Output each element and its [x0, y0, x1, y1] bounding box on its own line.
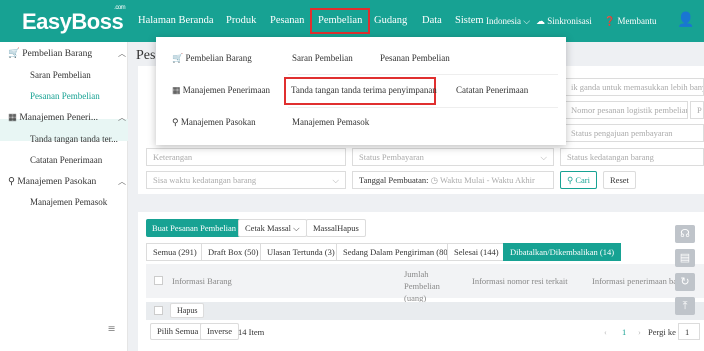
- box-icon: ▦: [172, 85, 181, 95]
- cloud-icon: ☁: [536, 16, 545, 26]
- goto-page-input[interactable]: 1: [678, 323, 700, 340]
- search-icon: ⚲: [567, 175, 574, 185]
- menu-category-receiving: ▦ Manajemen Penerimaan: [172, 85, 270, 95]
- arrival-time-select[interactable]: Sisa waktu kedatangan barang ⌵: [146, 171, 346, 189]
- nav-purchasing[interactable]: Pembelian: [310, 8, 371, 34]
- menu-link-suppliers[interactable]: Manajemen Pemasok: [292, 117, 369, 127]
- tab-pending-review[interactable]: Ulasan Tertunda (3): [260, 243, 342, 261]
- sidebar-item-purchase-order[interactable]: Pesanan Pembelian: [30, 91, 100, 101]
- inverse-button[interactable]: Inverse: [200, 323, 240, 340]
- chevron-up-icon: ︿: [118, 113, 126, 122]
- document-icon[interactable]: ▤: [675, 249, 695, 267]
- help-icon: ❓: [604, 16, 616, 26]
- table-footer: Pilih Semua Inverse 14 Item ‹ 1 › Pergi …: [146, 323, 704, 341]
- tab-draft[interactable]: Draft Box (50): [201, 243, 266, 261]
- search-button[interactable]: ⚲ Cari: [560, 171, 597, 189]
- tab-all[interactable]: Semua (291): [146, 243, 204, 261]
- select-all-button[interactable]: Pilih Semua: [150, 323, 206, 340]
- nav-system[interactable]: Sistem: [455, 0, 484, 42]
- refresh-icon[interactable]: ↻: [675, 273, 695, 291]
- bulk-print-button[interactable]: Cetak Massal ⌵: [238, 219, 307, 237]
- chevron-down-icon: ⌵: [540, 152, 547, 162]
- created-date-range[interactable]: Tanggal Pembuatan: ◷ Waktu Mulai - Waktu…: [352, 171, 554, 189]
- select-all-checkbox[interactable]: [154, 276, 163, 285]
- headset-icon[interactable]: ☊: [675, 225, 695, 243]
- tab-in-delivery[interactable]: Sedang Dalam Pengiriman (80): [336, 243, 458, 261]
- chevron-up-icon: ︿: [118, 49, 126, 58]
- next-page-icon[interactable]: ›: [638, 327, 641, 337]
- cart-icon: 🛒: [8, 49, 20, 59]
- sidebar-group-receiving[interactable]: ▦ Manajemen Peneri... ︿: [8, 112, 126, 123]
- reset-button[interactable]: Reset: [603, 171, 636, 189]
- col-purchase-amount: Jumlah Pembelian (uang): [404, 269, 440, 303]
- sidebar-item-suppliers[interactable]: Manajemen Pemasok: [30, 197, 107, 207]
- sidebar-item-purchase-suggestion[interactable]: Saran Pembelian: [30, 70, 91, 80]
- bulk-checkbox[interactable]: [154, 306, 163, 315]
- remarks-input[interactable]: Keterangan: [146, 148, 346, 166]
- search-hint-field[interactable]: ik ganda untuk memasukkan lebih banyak: [564, 78, 704, 96]
- nav-warehouse[interactable]: Gudang: [374, 0, 407, 42]
- menu-link-receipt-records[interactable]: Catatan Penerimaan: [456, 85, 528, 95]
- menu-link-purchase-order[interactable]: Pesanan Pembelian: [380, 53, 450, 63]
- help-button[interactable]: ❓ Membantu: [604, 0, 656, 42]
- nav-products[interactable]: Produk: [226, 0, 256, 42]
- menu-link-receipt-signing[interactable]: Tanda tangan tanda terima penyimpanan: [291, 85, 437, 95]
- chevron-up-icon: ︿: [118, 177, 126, 186]
- table-header: Informasi Barang Jumlah Pembelian (uang)…: [146, 264, 704, 303]
- payment-request-select[interactable]: Status pengajuan pembayaran: [564, 124, 704, 142]
- sidebar-item-receipt-records[interactable]: Catatan Penerimaan: [30, 155, 102, 165]
- cart-icon: 🛒: [172, 53, 184, 63]
- back-to-top-icon[interactable]: ⤒: [675, 297, 695, 315]
- clock-icon: ◷: [430, 175, 439, 185]
- chevron-down-icon: ⌵: [332, 175, 339, 185]
- col-tracking-info: Informasi nomor resi terkait: [472, 276, 568, 286]
- user-icon[interactable]: 👤: [677, 0, 694, 42]
- menu-divider: [288, 107, 558, 108]
- menu-link-purchase-suggestion[interactable]: Saran Pembelian: [292, 53, 353, 63]
- bulk-action-bar: Hapus: [146, 302, 704, 320]
- item-count: 14 Item: [238, 327, 265, 337]
- logistics-order-input[interactable]: Nomor pesanan logistik pembelian: [564, 101, 688, 119]
- payment-status-select[interactable]: Status Pembayaran ⌵: [352, 148, 554, 166]
- sidebar-group-supply[interactable]: ⚲ Manajemen Pasokan ︿: [8, 176, 126, 187]
- top-navbar: EasyBoss .com Halaman Beranda Produk Pesa…: [0, 0, 704, 42]
- sync-button[interactable]: ☁ Sinkronisasi: [536, 0, 592, 42]
- extra-input[interactable]: P: [690, 101, 704, 119]
- box-icon: ▦: [8, 113, 17, 123]
- create-order-button[interactable]: Buat Pesanan Pembelian: [146, 219, 243, 237]
- tab-cancelled[interactable]: Dibatalkan/Dikembalikan (14): [503, 243, 622, 261]
- menu-category-purchasing: 🛒 Pembelian Barang: [172, 53, 252, 63]
- language-selector[interactable]: Indonesia ⌵: [486, 0, 530, 42]
- bulk-delete-button[interactable]: MassalHapus: [306, 219, 366, 237]
- supply-icon: ⚲: [172, 117, 179, 127]
- sidebar: 🛒 Pembelian Barang ︿ Saran Pembelian Pesa…: [0, 42, 128, 351]
- tab-completed[interactable]: Selesai (144): [447, 243, 506, 261]
- menu-divider: [288, 74, 558, 75]
- supply-icon: ⚲: [8, 177, 15, 187]
- arrival-status-select[interactable]: Status kedatangan barang: [560, 148, 704, 166]
- menu-category-supply: ⚲ Manajemen Pasokan: [172, 117, 256, 127]
- nav-orders[interactable]: Pesanan: [270, 0, 304, 42]
- nav-data[interactable]: Data: [422, 0, 442, 42]
- nav-home[interactable]: Halaman Beranda: [138, 0, 214, 42]
- menu-toggle-icon[interactable]: ≡: [108, 321, 115, 337]
- delete-button[interactable]: Hapus: [170, 303, 205, 318]
- page-number[interactable]: 1: [622, 327, 626, 337]
- sidebar-group-purchasing[interactable]: 🛒 Pembelian Barang ︿: [8, 48, 126, 59]
- purchasing-dropdown-menu: 🛒 Pembelian Barang Saran Pembelian Pesan…: [156, 37, 566, 145]
- app-logo[interactable]: EasyBoss .com: [22, 5, 126, 35]
- prev-page-icon[interactable]: ‹: [604, 327, 607, 337]
- goto-label: Pergi ke: [648, 327, 676, 337]
- col-product-info: Informasi Barang: [172, 276, 232, 286]
- sidebar-item-receipt-signing[interactable]: Tanda tangan tanda ter...: [30, 134, 118, 144]
